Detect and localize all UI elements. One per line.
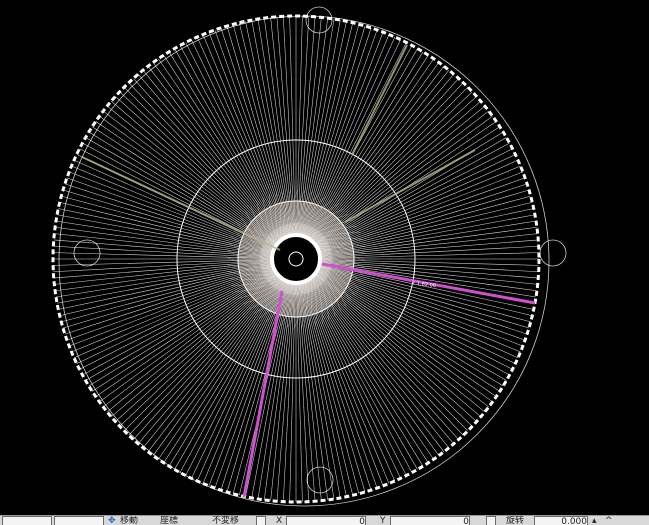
chevron-icon[interactable]: ^	[605, 516, 613, 525]
spoke-line	[319, 208, 534, 255]
spoke-line	[76, 269, 275, 364]
y-input[interactable]: 0	[390, 516, 470, 525]
x-label: X	[276, 516, 283, 525]
move-label: 移動	[120, 516, 139, 525]
spoke-line	[226, 25, 290, 237]
spoke-line	[128, 276, 280, 436]
spoke-line	[302, 281, 366, 493]
x-input[interactable]: 0	[286, 516, 366, 525]
spoke-line	[168, 51, 284, 239]
layer-combo[interactable]	[54, 516, 104, 525]
move-icon[interactable]: ✥	[108, 516, 118, 525]
spoke-line	[196, 36, 287, 238]
rotate-input[interactable]: 0.000	[534, 516, 588, 525]
spoke-line	[191, 280, 286, 479]
spoke-line	[59, 264, 273, 316]
spoke-line	[245, 282, 292, 497]
spoke-line	[119, 91, 279, 243]
spoke-line	[319, 227, 537, 257]
wheel-drawing: 1 1,62.00	[51, 6, 567, 507]
spoke-line	[316, 131, 504, 247]
spoke-line	[305, 280, 396, 482]
spoke-line	[300, 21, 347, 236]
spoke-line	[264, 18, 294, 236]
spoke-line	[306, 39, 401, 238]
spoke-line	[306, 280, 401, 479]
spoke-line	[226, 281, 290, 493]
spoke-line	[239, 22, 291, 236]
spoke-line	[128, 82, 280, 242]
spoke-line	[317, 159, 519, 250]
spin-icon[interactable]: ▴	[592, 516, 600, 525]
spoke-line	[152, 278, 283, 456]
spoke-line	[312, 82, 464, 242]
spoke-line	[152, 62, 283, 240]
spoke-line	[313, 275, 473, 427]
spoke-line	[196, 280, 287, 482]
bolt-hole	[539, 239, 567, 267]
spoke-line	[308, 279, 424, 467]
spoke-line	[316, 271, 504, 387]
hub-ring	[270, 233, 322, 285]
y-label: Y	[380, 516, 386, 525]
spoke-line	[88, 271, 276, 387]
x-value: 0	[359, 517, 365, 525]
spoke-line	[317, 154, 516, 249]
spoke-line	[99, 115, 277, 246]
spoke-line	[119, 275, 279, 427]
spoke-line	[305, 36, 396, 238]
spoke-line	[312, 276, 464, 436]
spoke-line	[62, 265, 274, 329]
spoke-line	[302, 25, 366, 237]
spoke-line	[191, 39, 286, 238]
no-change-checkbox[interactable]	[256, 516, 266, 525]
no-change-label: 不変移	[212, 516, 240, 525]
spoke-line	[55, 261, 273, 291]
khaki-line	[344, 149, 476, 223]
rotate-checkbox[interactable]	[486, 516, 496, 525]
spoke-line	[301, 282, 353, 496]
coord-label: 座標	[160, 516, 179, 525]
bolt-hole	[73, 239, 101, 267]
spoke-line	[99, 272, 277, 403]
rotate-label: 旋转	[506, 516, 525, 525]
spoke-line	[73, 268, 275, 359]
spoke-line	[313, 91, 473, 243]
spoke-line	[58, 263, 273, 310]
y-value: 0	[463, 517, 469, 525]
snap-mode-box[interactable]	[2, 516, 52, 525]
spoke-line	[309, 62, 440, 240]
rotate-value: 0.000	[561, 517, 587, 525]
spoke-line	[245, 21, 292, 236]
spoke-line	[318, 189, 530, 253]
spoke-line	[309, 278, 440, 456]
spoke-line	[315, 272, 493, 403]
status-bar: ✥ 移動 座標 不変移 X 0 Y 0 旋转 0.000 ▴ ^	[0, 515, 649, 525]
spoke-line	[298, 18, 328, 236]
bolt-hole	[305, 6, 333, 34]
spoke-line	[319, 202, 533, 254]
spoke-line	[315, 115, 493, 246]
spoke-line	[300, 282, 347, 497]
cad-viewport[interactable]: 1 1,62.00	[0, 0, 649, 515]
spoke-line	[73, 159, 275, 250]
spoke-line	[88, 131, 276, 247]
